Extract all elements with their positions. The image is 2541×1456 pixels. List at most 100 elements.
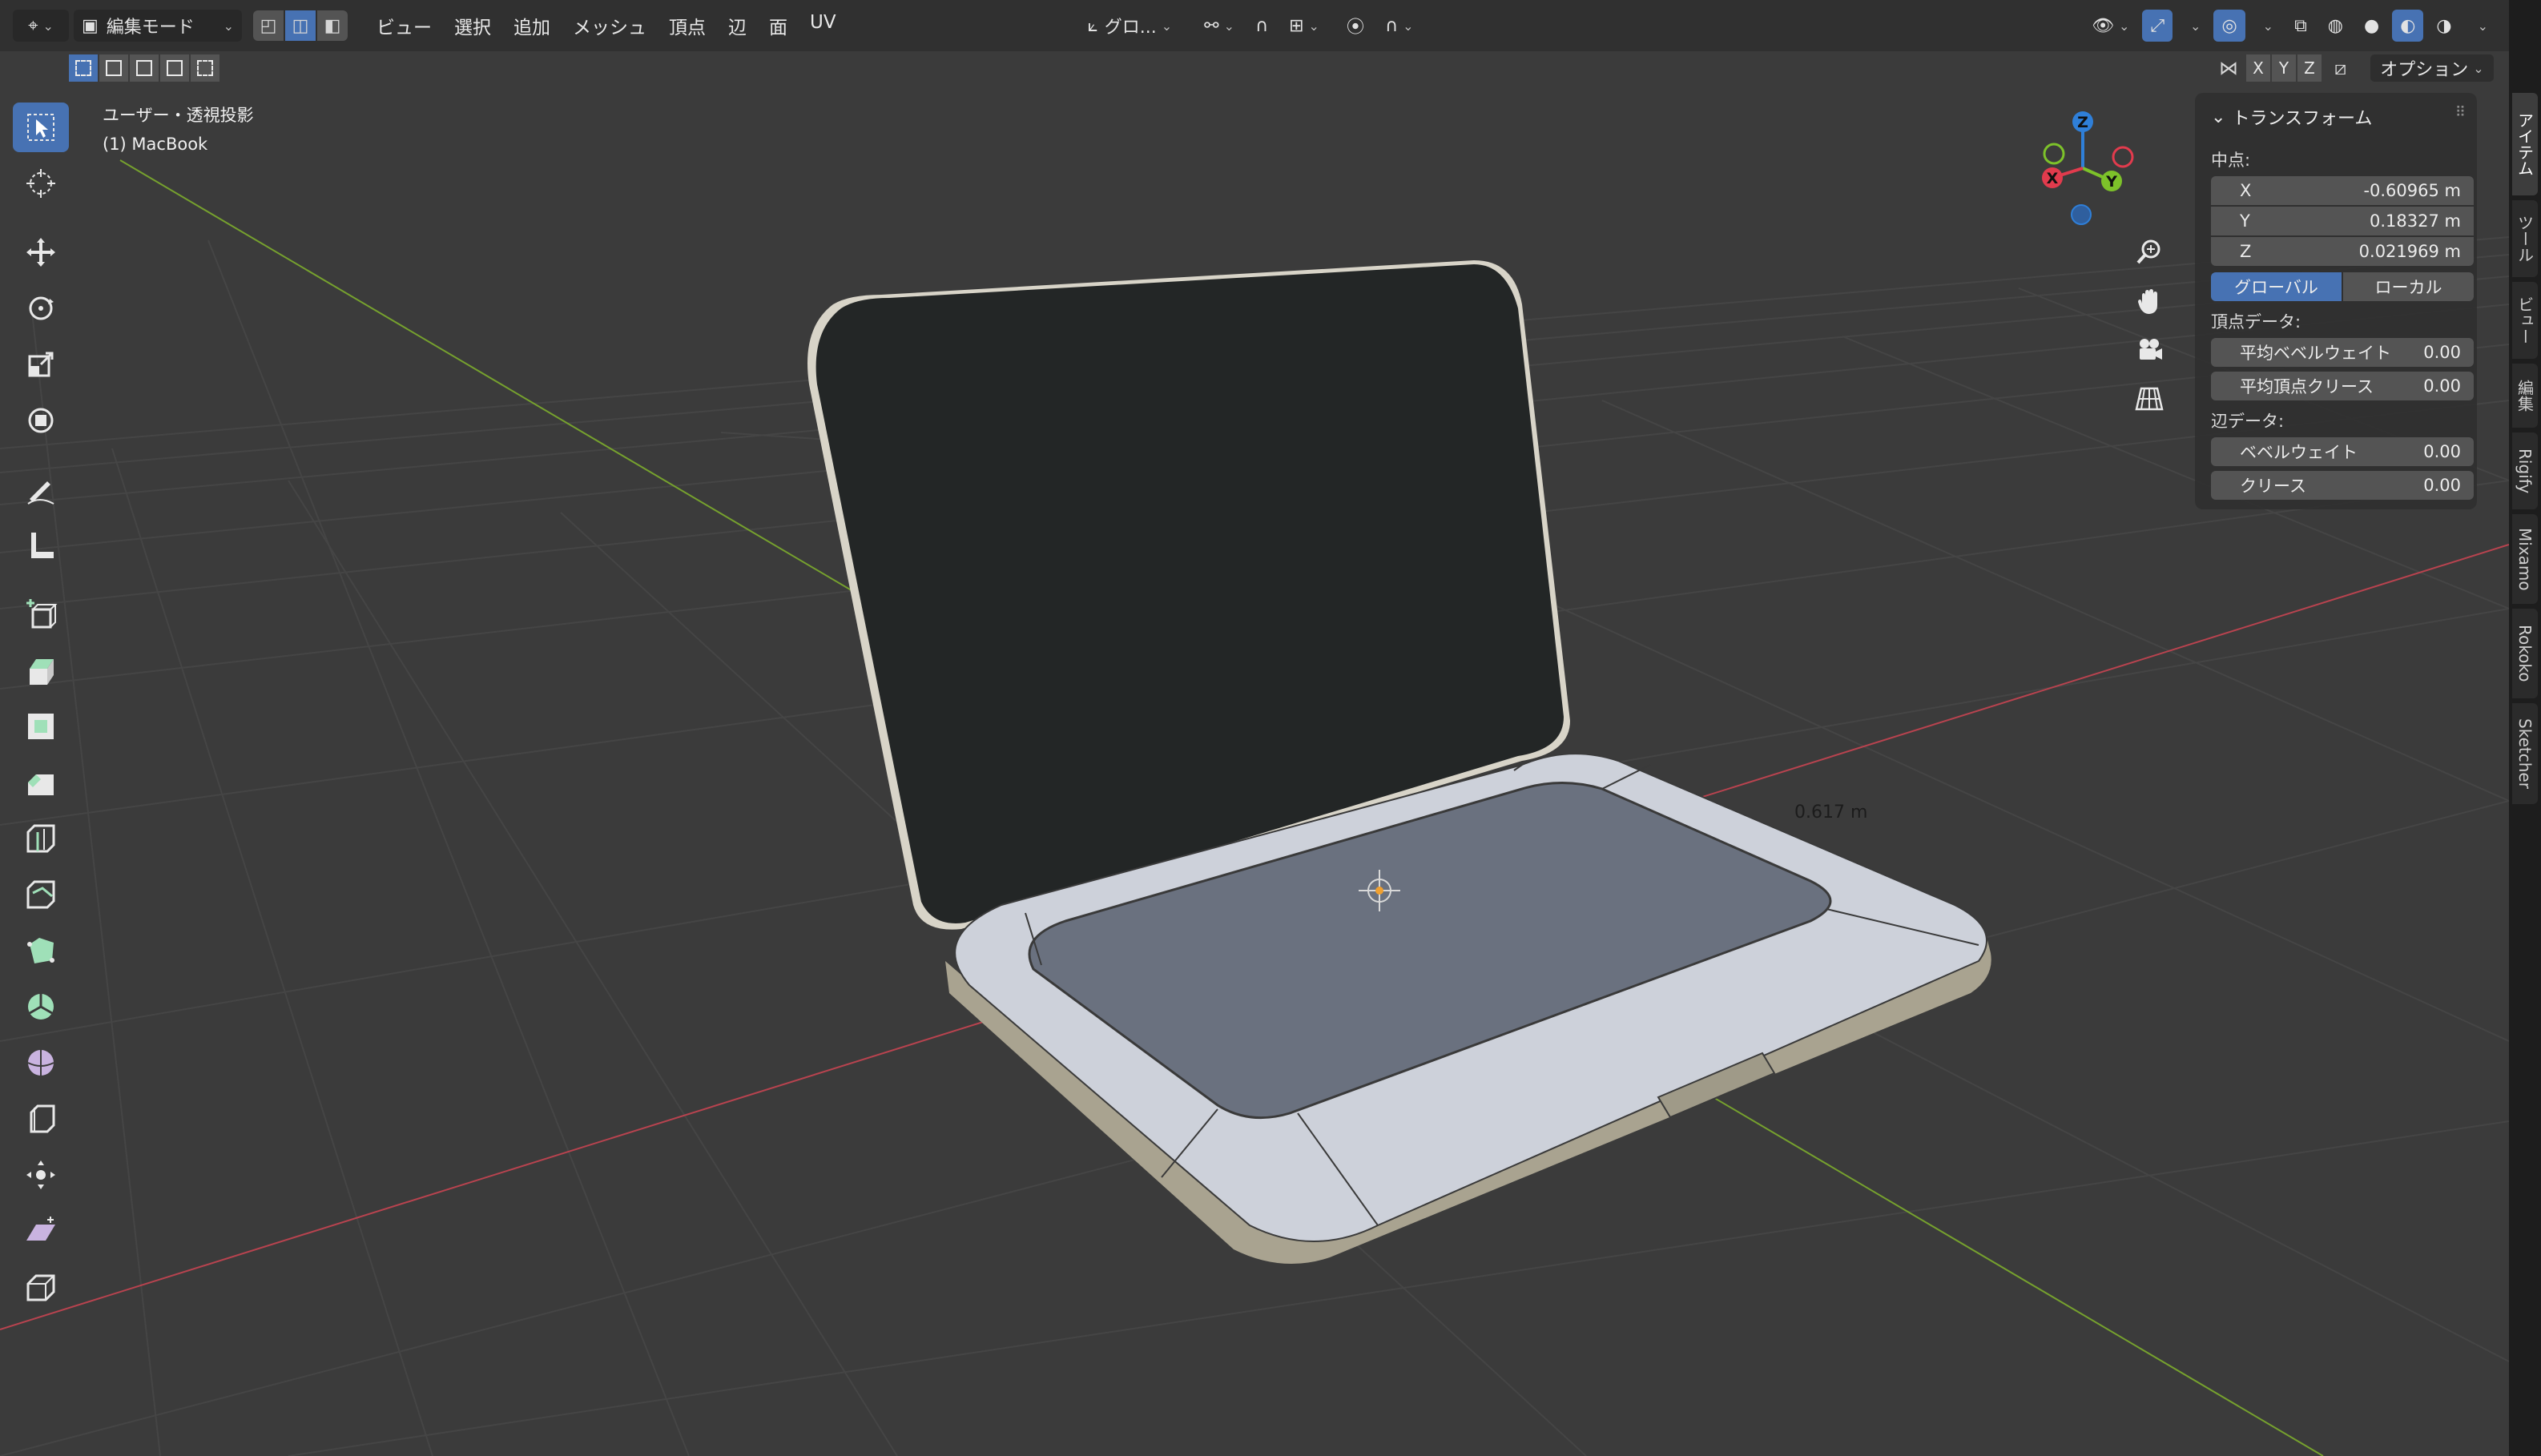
gizmo-neg-z-axis[interactable] (2071, 204, 2092, 225)
select-new-button[interactable] (69, 54, 98, 82)
transform-orientation-dropdown[interactable]: ⟀ グロ... ⌄ (1080, 10, 1181, 42)
median-z-field[interactable]: Z 0.021969 m (2211, 237, 2474, 266)
tool-loop-cut[interactable] (13, 814, 69, 863)
select-extend-button[interactable] (99, 54, 128, 82)
tab-sketcher[interactable]: Sketcher (2512, 703, 2538, 804)
select-difference-icon (167, 60, 183, 76)
menu-view[interactable]: ビュー (365, 12, 443, 39)
rendered-sphere-icon: ◑ (2436, 15, 2452, 36)
median-y-field[interactable]: Y 0.18327 m (2211, 207, 2474, 235)
shading-material-button[interactable]: ◐ (2392, 10, 2424, 42)
tool-move[interactable] (13, 227, 69, 277)
mirror-x-button[interactable]: X (2246, 54, 2270, 82)
tool-extrude[interactable] (13, 646, 69, 695)
tool-annotate[interactable] (13, 465, 69, 514)
overlay-toggle[interactable]: ◎ (2213, 10, 2245, 42)
tool-edge-slide[interactable] (13, 1094, 69, 1144)
mean-bevel-weight-field[interactable]: 平均ベベルウェイト 0.00 (2211, 338, 2474, 367)
tool-shrink-fatten[interactable] (13, 1150, 69, 1200)
snap-toggle[interactable]: ∩ (1247, 10, 1276, 42)
median-x-field[interactable]: X -0.60965 m (2211, 176, 2474, 205)
editor-type-dropdown[interactable]: ⌖ ⌄ (13, 10, 69, 42)
shading-wireframe-button[interactable]: ◍ (2320, 10, 2351, 42)
shading-rendered-button[interactable]: ◑ (2428, 10, 2459, 42)
tab-edit[interactable]: 編集 (2512, 364, 2538, 428)
mean-vertex-crease-field[interactable]: 平均頂点クリース 0.00 (2211, 372, 2474, 400)
select-subtract-button[interactable] (130, 54, 159, 82)
tool-shear[interactable] (13, 1206, 69, 1256)
tab-tool[interactable]: ツール (2512, 200, 2538, 277)
mode-label: 編集モード (106, 18, 195, 38)
camera-view-button[interactable] (2129, 330, 2169, 370)
transform-panel-header[interactable]: ⌄ トランスフォーム (2211, 101, 2372, 133)
tool-poly-build[interactable] (13, 926, 69, 975)
xray-toggle[interactable]: ⧉ (2286, 10, 2315, 42)
transform-orientation-label: グロ... (1104, 18, 1157, 38)
menu-vertex[interactable]: 頂点 (658, 12, 717, 39)
gizmo-neg-x-axis[interactable] (2112, 146, 2134, 168)
gizmo-neg-y-axis[interactable] (2043, 143, 2065, 165)
global-local-toggle: グローバル ローカル (2211, 272, 2474, 301)
tool-measure[interactable] (13, 521, 69, 570)
tab-item[interactable]: アイテム (2512, 93, 2538, 195)
tool-inset[interactable] (13, 702, 69, 751)
menu-mesh[interactable]: メッシュ (562, 12, 658, 39)
shading-dropdown[interactable]: ⌄ (2465, 10, 2496, 42)
x-field-label: X (2240, 181, 2252, 200)
menu-uv[interactable]: UV (799, 12, 848, 39)
drag-handle-icon[interactable]: ⠿ (2455, 104, 2466, 121)
tab-rigify[interactable]: Rigify (2512, 432, 2538, 509)
tool-scale[interactable] (13, 340, 69, 389)
gizmo-dropdown[interactable]: ⌄ (2177, 10, 2209, 42)
proportional-falloff-dropdown[interactable]: ∩ ⌄ (1377, 10, 1422, 42)
tool-bevel[interactable] (13, 758, 69, 807)
menu-select[interactable]: 選択 (443, 12, 502, 39)
global-button[interactable]: グローバル (2211, 272, 2342, 301)
options-dropdown[interactable]: オプション ⌄ (2370, 54, 2494, 82)
topology-mirror-icon[interactable]: ⧄ (2334, 57, 2346, 79)
menu-edge[interactable]: 辺 (717, 12, 758, 39)
crease-field[interactable]: クリース 0.00 (2211, 471, 2474, 500)
rip-region-icon (26, 1274, 55, 1301)
tool-cursor[interactable] (13, 159, 69, 208)
tab-rokoko[interactable]: Rokoko (2512, 609, 2538, 698)
tool-add-cube[interactable] (13, 589, 69, 639)
tab-view[interactable]: ビュー (2512, 282, 2538, 359)
tool-smooth[interactable] (13, 1038, 69, 1088)
pan-button[interactable] (2129, 282, 2169, 322)
edge-select-button[interactable]: ◫ (285, 10, 316, 41)
tool-knife[interactable] (13, 870, 69, 919)
select-difference-button[interactable] (160, 54, 189, 82)
zoom-button[interactable] (2129, 232, 2169, 272)
select-box-icon (27, 114, 54, 141)
mean-vertex-crease-value: 0.00 (2423, 376, 2461, 396)
perspective-toggle-button[interactable] (2129, 378, 2169, 418)
menu-add[interactable]: 追加 (502, 12, 562, 39)
tool-transform[interactable] (13, 396, 69, 445)
mirror-y-button[interactable]: Y (2272, 54, 2296, 82)
navigation-gizmo[interactable]: Z Y X (2035, 104, 2163, 232)
shading-solid-button[interactable]: ● (2356, 10, 2387, 42)
gizmo-y-label: Y (2105, 173, 2117, 191)
mode-dropdown[interactable]: ▣ 編集モード ⌄ (74, 10, 242, 42)
select-intersect-button[interactable] (191, 54, 219, 82)
projection-label: ユーザー・透視投影 (103, 106, 254, 125)
proportional-edit-toggle[interactable]: ⦿ (1339, 10, 1372, 42)
face-select-button[interactable]: ◧ (317, 10, 348, 41)
menu-face[interactable]: 面 (758, 12, 799, 39)
local-button[interactable]: ローカル (2343, 272, 2474, 301)
overlay-dropdown[interactable]: ⌄ (2250, 10, 2281, 42)
vertex-select-button[interactable]: ◰ (253, 10, 284, 41)
tool-rotate[interactable] (13, 284, 69, 333)
zoom-magnifier-icon (2136, 239, 2160, 264)
tab-mixamo[interactable]: Mixamo (2512, 514, 2538, 604)
mirror-z-button[interactable]: Z (2297, 54, 2322, 82)
tool-spin[interactable] (13, 982, 69, 1032)
snap-target-dropdown[interactable]: ⊞ ⌄ (1281, 10, 1327, 42)
bevel-weight-field[interactable]: ベベルウェイト 0.00 (2211, 437, 2474, 466)
gizmo-toggle[interactable]: ⤢ (2142, 10, 2173, 42)
tool-select-box[interactable] (13, 103, 69, 152)
pivot-point-dropdown[interactable]: ⚯ ⌄ (1196, 10, 1242, 42)
visibility-dropdown[interactable]: 👁 ⌄ (2084, 10, 2137, 42)
tool-rip-region[interactable] (13, 1262, 69, 1312)
